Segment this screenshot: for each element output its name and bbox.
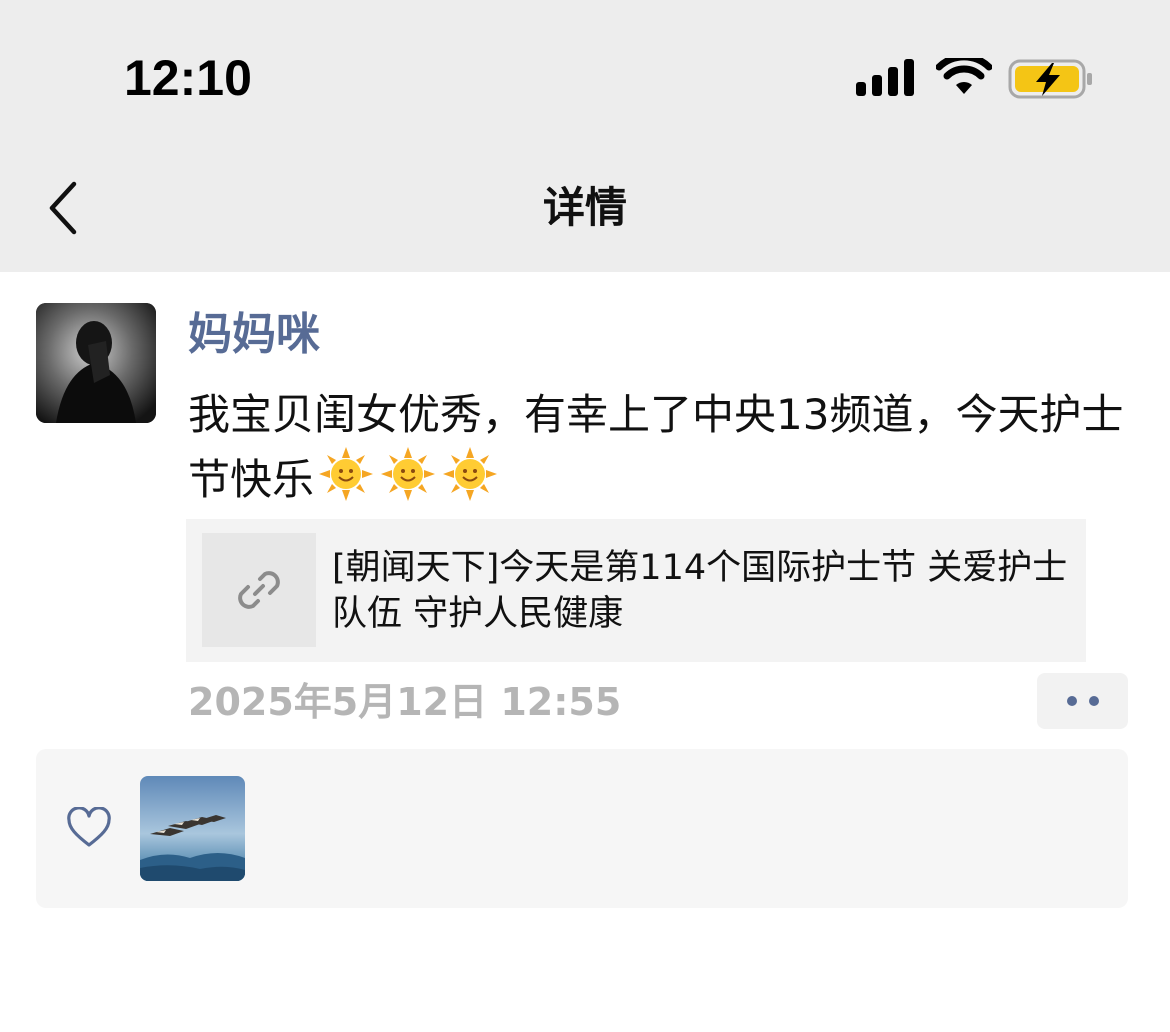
more-dots-icon xyxy=(1066,696,1077,706)
signal-icon xyxy=(856,59,914,96)
sun-emoji-icon xyxy=(319,447,374,501)
status-time: 12:10 xyxy=(124,50,252,106)
link-title: [朝闻天下]今天是第114个国际护士节 关爱护士队伍 守护人民健康 xyxy=(332,548,1068,634)
moment-detail-page: 12:10 详情 妈妈咪 我宝贝闺女优秀，有幸上了中央13频道，今天护士节快乐 … xyxy=(0,0,1170,1032)
link-thumbnail xyxy=(202,533,316,647)
likes-panel xyxy=(36,749,1128,908)
post-text: 我宝贝闺女优秀，有幸上了中央13频道，今天护士节快乐 xyxy=(188,384,1128,511)
top-header-area: 12:10 详情 xyxy=(0,0,1170,272)
sun-emoji-icon xyxy=(381,447,436,501)
author-name[interactable]: 妈妈咪 xyxy=(188,308,320,362)
more-dots-icon xyxy=(1088,696,1099,706)
sun-emoji-icon xyxy=(443,447,498,501)
liker-avatar-photo xyxy=(140,776,245,881)
battery-charging-icon xyxy=(1008,59,1092,99)
heart-outline-icon xyxy=(67,807,111,847)
avatar-photo xyxy=(36,303,156,423)
author-avatar[interactable] xyxy=(36,303,156,423)
more-button[interactable] xyxy=(1037,673,1128,729)
wifi-icon xyxy=(936,58,992,94)
link-icon xyxy=(238,571,280,609)
emoji-row xyxy=(318,446,498,502)
page-title: 详情 xyxy=(542,183,627,232)
shared-link-card[interactable]: [朝闻天下]今天是第114个国际护士节 关爱护士队伍 守护人民健康 xyxy=(186,519,1086,662)
post-timestamp: 2025年5月12日 12:55 xyxy=(188,680,622,724)
liker-avatar[interactable] xyxy=(140,776,245,881)
